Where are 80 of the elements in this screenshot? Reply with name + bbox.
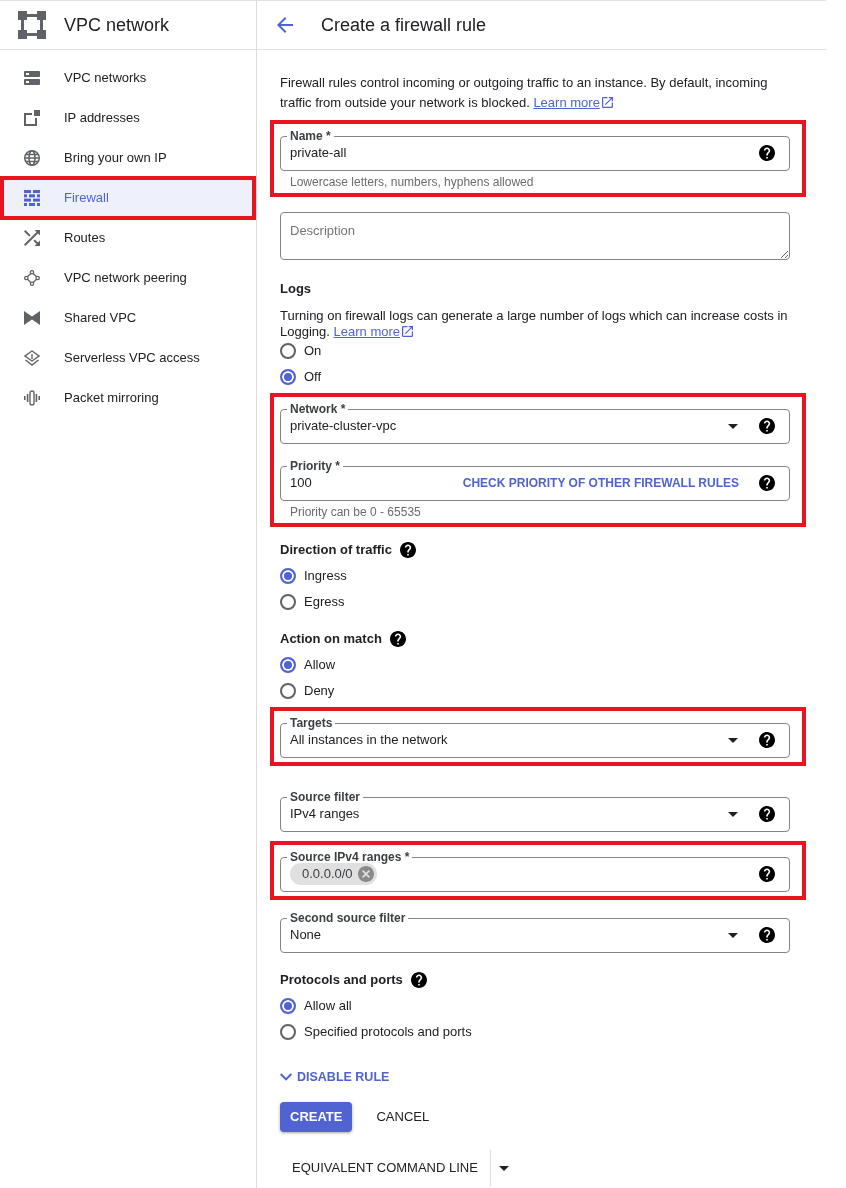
- learn-more-link[interactable]: Learn more: [533, 95, 613, 110]
- text-input-field[interactable]: Priority * 100 CHECK PRIORITY OF OTHER FIREWALL RULES: [280, 460, 790, 501]
- help-icon[interactable]: [759, 806, 775, 822]
- sidebar-item[interactable]: IP addresses: [0, 98, 256, 138]
- help-icon[interactable]: [389, 631, 406, 647]
- radio-button[interactable]: [280, 343, 296, 359]
- remove-icon[interactable]: [357, 866, 374, 882]
- radio-label: Allow: [304, 656, 336, 675]
- radio-button[interactable]: [280, 683, 296, 699]
- help-icon[interactable]: [759, 145, 775, 161]
- help-icon[interactable]: [759, 732, 775, 748]
- sidebar-item[interactable]: VPC network peering: [0, 258, 256, 298]
- caret-icon: [728, 737, 738, 743]
- cancel-button[interactable]: CANCEL: [368, 1102, 438, 1132]
- radio-button[interactable]: [280, 594, 296, 610]
- radio-button[interactable]: [280, 369, 296, 385]
- section-heading: Protocols and ports: [280, 971, 403, 989]
- radio-label: Deny: [304, 682, 335, 701]
- page-title: Create a firewall rule: [321, 13, 487, 37]
- sidebar-title: VPC network: [64, 13, 170, 37]
- caret-icon: [728, 423, 738, 429]
- help-icon[interactable]: [410, 972, 427, 988]
- dropdown-field[interactable]: Source filter IPv4 ranges: [280, 791, 790, 832]
- radio-button[interactable]: [280, 657, 296, 673]
- help-icon[interactable]: [759, 866, 775, 882]
- sidebar-item[interactable]: Bring your own IP: [0, 138, 256, 178]
- sidebar-item[interactable]: Serverless VPC access: [0, 338, 256, 378]
- sidebar-item[interactable]: Shared VPC: [0, 298, 256, 338]
- caret-icon: [498, 1165, 509, 1171]
- diamond-nodes-icon: [24, 270, 40, 286]
- create-button[interactable]: CREATE: [280, 1102, 353, 1132]
- field-hint: Lowercase letters, numbers, hyphens allowed: [289, 175, 535, 189]
- external-link-icon: [601, 97, 613, 108]
- radio-label: Allow all: [304, 997, 352, 1016]
- radio-button[interactable]: [280, 568, 296, 584]
- help-icon[interactable]: [759, 475, 775, 491]
- dropdown-field[interactable]: Network * private-cluster-vpc: [280, 403, 790, 444]
- field-hint: Priority can be 0 - 65535: [289, 505, 422, 519]
- info-text: Turning on firewall logs can generate a large number of logs which can increase costs in Logging. Learn more: [280, 308, 789, 340]
- text-input-field[interactable]: Name * private-all: [280, 130, 790, 171]
- radio-button[interactable]: [280, 998, 296, 1014]
- radio-label: On: [304, 342, 322, 361]
- sidebar-item[interactable]: Firewall: [4, 180, 252, 216]
- sidebar-item[interactable]: Routes: [0, 218, 256, 258]
- brick-wall-icon: [24, 190, 40, 206]
- server-list-icon: [24, 70, 40, 86]
- ip-range-chip[interactable]: 0.0.0.0/0: [290, 863, 377, 885]
- radio-label: Egress: [304, 593, 345, 612]
- caret-icon: [728, 811, 738, 817]
- shuffle-icon: [24, 230, 40, 246]
- layered-diamond-icon: [24, 350, 40, 366]
- radio-label: Off: [304, 368, 322, 387]
- section-heading: Action on match: [280, 630, 382, 648]
- section-heading: Logs: [280, 280, 312, 298]
- expand-toggle[interactable]: DISABLE RULE: [280, 1067, 394, 1087]
- window-corner-icon: [24, 110, 40, 126]
- dropdown-field[interactable]: Targets All instances in the network: [280, 717, 790, 758]
- help-icon[interactable]: [759, 418, 775, 434]
- caret-icon: [728, 932, 738, 938]
- sidebar-item[interactable]: Packet mirroring: [0, 378, 256, 418]
- chip-input-field[interactable]: Source IPv4 ranges * 0.0.0.0/0: [280, 851, 790, 892]
- description-field[interactable]: Description: [280, 212, 790, 260]
- vertical-bars-icon: [24, 390, 40, 406]
- sidebar-item[interactable]: VPC networks: [0, 58, 256, 98]
- help-icon[interactable]: [399, 542, 416, 558]
- back-arrow-icon[interactable]: [277, 17, 293, 33]
- intro-text: Firewall rules control incoming or outgoing traffic to an instance. By default, incoming traffic from outside your network is blocked. Learn more: [280, 74, 769, 112]
- help-icon[interactable]: [759, 927, 775, 943]
- external-link-icon: [402, 326, 413, 337]
- field-action-link[interactable]: CHECK PRIORITY OF OTHER FIREWALL RULES: [462, 474, 739, 492]
- dropdown-field[interactable]: Second source filter None: [280, 912, 790, 953]
- section-heading: Direction of traffic: [280, 541, 392, 559]
- bowtie-icon: [24, 310, 40, 326]
- connected-squares-icon: [18, 11, 46, 39]
- radio-label: Specified protocols and ports: [304, 1023, 472, 1042]
- globe-icon: [24, 150, 40, 166]
- learn-more-link[interactable]: Learn more: [333, 324, 413, 339]
- command-line-button[interactable]: EQUIVALENT COMMAND LINE: [280, 1150, 490, 1186]
- radio-button[interactable]: [280, 1024, 296, 1040]
- radio-label: Ingress: [304, 567, 347, 586]
